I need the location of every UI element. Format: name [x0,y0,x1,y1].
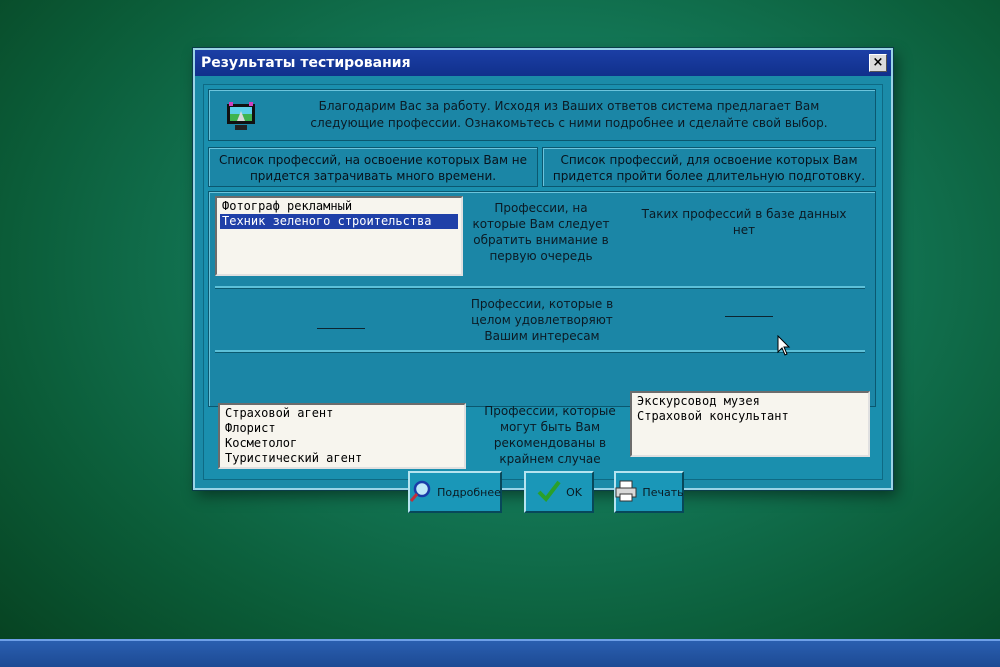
details-button-label: Подробнее [437,485,501,499]
list-item[interactable]: Косметолог [223,436,461,451]
satisfying-long-empty [725,316,773,317]
ok-button-label: OK [566,485,582,499]
ok-button[interactable]: OK [524,471,594,513]
titlebar[interactable]: Результаты тестирования × [195,50,891,76]
monitor-icon [225,102,257,132]
priority-row-label: Профессии, на которые Вам следует обрати… [472,201,610,263]
right-header-text: Список профессий, для освоение которых В… [552,153,866,183]
satisfying-short-empty [317,328,365,329]
fallback-row-label: Профессии, которые могут быть Вам рекоме… [484,404,616,466]
row-divider [215,350,865,352]
print-button[interactable]: Печать [614,471,684,513]
intro-message: Благодарим Вас за работу. Исходя из Ваши… [310,99,828,130]
magnifier-icon [409,479,433,506]
fallback-short-list[interactable]: Страховой агент Флорист Косметолог Турис… [218,403,466,469]
row-divider [215,286,865,288]
left-header-text: Список профессий, на освоение которых Ва… [218,153,528,183]
details-button[interactable]: Подробнее [408,471,502,513]
right-column-header: Список профессий, для освоение которых В… [542,147,876,187]
list-item[interactable]: Страховой консультант [635,409,865,424]
printer-icon [614,479,638,506]
window-title: Результаты тестирования [201,55,411,71]
intro-panel: Благодарим Вас за работу. Исходя из Ваши… [208,89,876,141]
list-item[interactable]: Страховой агент [223,406,461,421]
list-item[interactable]: Туристический агент [223,451,461,466]
close-button[interactable]: × [869,54,887,72]
results-dialog: Результаты тестирования × Благодарим Вас… [193,48,893,513]
left-column-header: Список профессий, на освоение которых Ва… [208,147,538,187]
priority-short-list[interactable]: Фотограф рекламный Техник зеленого строи… [215,196,463,276]
priority-long-empty-text: Таких профессий в базе данных нет [641,207,847,237]
print-button-label: Печать [642,485,684,499]
list-item[interactable]: Фотограф рекламный [220,199,458,214]
checkmark-icon [536,479,562,506]
fallback-long-list[interactable]: Экскурсовод музея Страховой консультант [630,391,870,457]
list-item[interactable]: Экскурсовод музея [635,394,865,409]
dialog-content: Благодарим Вас за работу. Исходя из Ваши… [203,84,883,513]
taskbar [0,639,1000,667]
professions-grid: Фотограф рекламный Техник зеленого строи… [208,191,876,407]
mouse-cursor-icon [777,334,791,361]
list-item[interactable]: Флорист [223,421,461,436]
list-item-selected[interactable]: Техник зеленого строительства [220,214,458,229]
satisfying-row-label: Профессии, которые в целом удовлетворяют… [470,297,614,343]
